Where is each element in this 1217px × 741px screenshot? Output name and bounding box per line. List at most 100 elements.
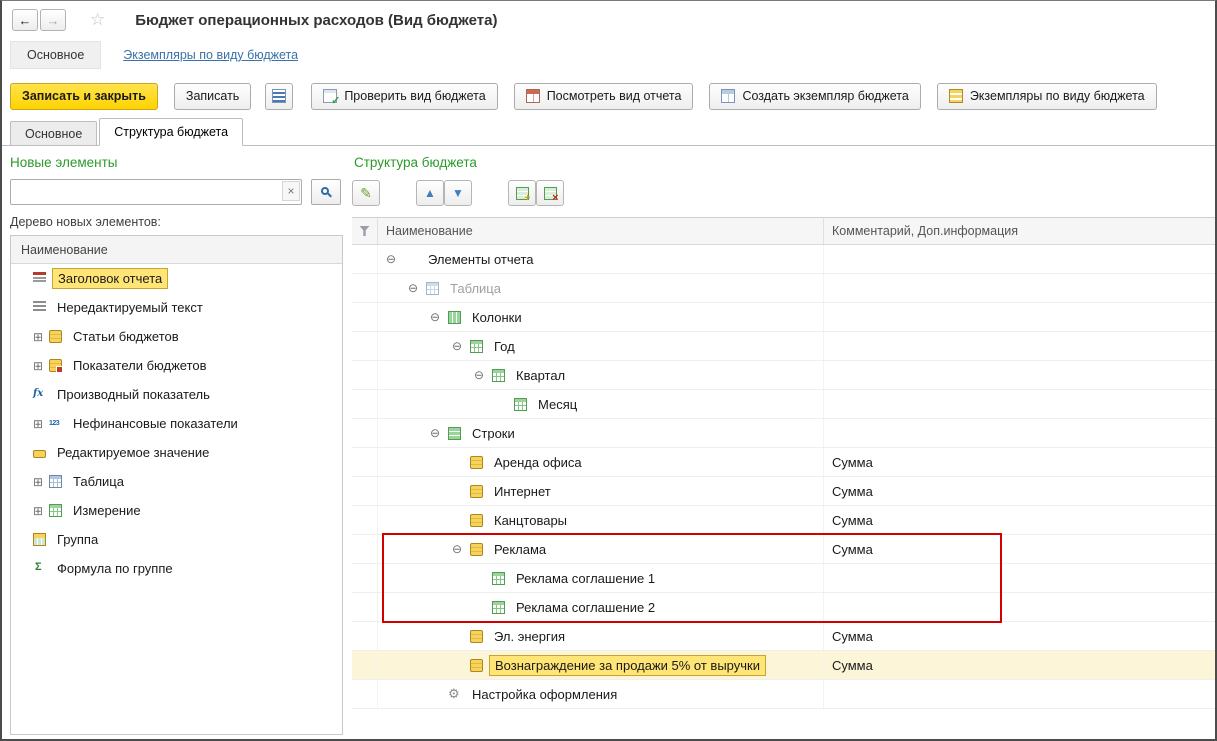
structure-row[interactable]: ⊖ Колонки	[352, 303, 1215, 332]
structure-row[interactable]: Настройка оформления	[352, 680, 1215, 709]
table-delete-icon	[543, 186, 559, 204]
create-budget-instance-button[interactable]: Создать экземпляр бюджета	[709, 82, 921, 110]
columns-icon	[448, 310, 461, 324]
structure-rows: ⊖ Элементы отчета ⊖ Таблица ⊖ Колонки ⊖ …	[352, 245, 1215, 709]
structure-row[interactable]: ⊖ Строки	[352, 419, 1215, 448]
new-element-item[interactable]: ⊞ Измерение	[11, 496, 342, 525]
structure-row[interactable]: ⊖ Год	[352, 332, 1215, 361]
editable-value-icon	[33, 450, 46, 458]
nav-main[interactable]: Основное	[10, 41, 102, 69]
structure-row[interactable]: Вознаграждение за продажи 5% от выручки …	[352, 651, 1215, 680]
budget-items-icon	[470, 658, 483, 672]
structure-row[interactable]: ⊖ Квартал	[352, 361, 1215, 390]
new-element-item[interactable]: Редактируемое значение	[11, 438, 342, 467]
close-icon: ×	[287, 184, 295, 198]
structure-row[interactable]: Реклама соглашение 2	[352, 593, 1215, 622]
collapse-minus-icon[interactable]: ⊖	[386, 252, 404, 266]
structure-row[interactable]: Эл. энергия Сумма	[352, 622, 1215, 651]
collapse-minus-icon[interactable]: ⊖	[452, 339, 470, 353]
structure-row[interactable]: Реклама соглашение 1	[352, 564, 1215, 593]
instances-by-budget-view-button[interactable]: Экземпляры по виду бюджета	[936, 82, 1157, 110]
forward-button[interactable]: →	[40, 9, 66, 31]
table-blue-icon	[426, 281, 439, 295]
tree-caption: Дерево новых элементов:	[10, 215, 161, 229]
budget-items-icon	[470, 513, 483, 527]
budget-items-icon	[470, 542, 483, 556]
table-add-icon	[515, 186, 531, 204]
new-element-item[interactable]: Группа	[11, 525, 342, 554]
new-elements-title: Новые элементы	[10, 155, 118, 170]
budget-items-icon	[49, 330, 62, 343]
nonfinancial-icon	[49, 417, 62, 430]
list-icon-button[interactable]	[265, 82, 294, 110]
collapse-minus-icon[interactable]: ⊖	[430, 426, 448, 440]
arrow-up-icon: ▲	[424, 186, 436, 200]
collapse-minus-icon[interactable]: ⊖	[452, 542, 470, 556]
search-row: ×	[10, 179, 343, 205]
back-button[interactable]: ←	[12, 9, 38, 31]
move-down-button[interactable]: ▼	[444, 180, 472, 206]
new-elements-tree: Наименование Заголовок отчета Нередактир…	[10, 235, 343, 735]
nav-instances-link[interactable]: Экземпляры по виду бюджета	[123, 48, 298, 62]
tab-1[interactable]: Структура бюджета	[99, 118, 244, 146]
structure-row[interactable]: ⊖ Реклама Сумма	[352, 535, 1215, 564]
structure-row[interactable]: Месяц	[352, 390, 1215, 419]
structure-row[interactable]: Аренда офиса Сумма	[352, 448, 1215, 477]
delete-item-button[interactable]	[536, 180, 564, 206]
dimension-icon	[492, 600, 505, 614]
page-tabs: Основное Структура бюджета	[2, 115, 1215, 146]
view-report-button[interactable]: Посмотреть вид отчета	[513, 82, 694, 110]
expand-plus-icon[interactable]: ⊞	[33, 359, 49, 373]
structure-row[interactable]: Канцтовары Сумма	[352, 506, 1215, 535]
table-document-icon	[721, 89, 736, 103]
dimension-icon	[49, 504, 62, 517]
filter-icon	[359, 226, 370, 236]
structure-row[interactable]: Интернет Сумма	[352, 477, 1215, 506]
list-icon	[272, 89, 287, 103]
budget-items-icon	[470, 455, 483, 469]
new-element-item[interactable]: ⊞ Нефинансовые показатели	[11, 409, 342, 438]
check-budget-view-button[interactable]: Проверить вид бюджета	[311, 82, 498, 110]
static-text-icon	[33, 301, 46, 314]
expand-plus-icon[interactable]: ⊞	[33, 330, 49, 344]
table-blue-icon	[49, 475, 62, 488]
left-column-header: Наименование	[11, 236, 342, 264]
new-element-item[interactable]: ⊞ Показатели бюджетов	[11, 351, 342, 380]
move-up-button[interactable]: ▲	[416, 180, 444, 206]
dimension-icon	[514, 397, 527, 411]
gear-icon	[448, 687, 461, 701]
budget-indicators-icon	[49, 359, 63, 373]
new-element-item[interactable]: Производный показатель	[11, 380, 342, 409]
new-element-item[interactable]: Заголовок отчета	[11, 264, 342, 293]
expand-plus-icon[interactable]: ⊞	[33, 475, 49, 489]
budget-structure-title: Структура бюджета	[354, 155, 477, 170]
new-element-item[interactable]: ⊞ Таблица	[11, 467, 342, 496]
save-and-close-button[interactable]: Записать и закрыть	[10, 82, 158, 110]
structure-row[interactable]: ⊖ Элементы отчета	[352, 245, 1215, 274]
tab-0[interactable]: Основное	[10, 121, 98, 145]
expand-plus-icon[interactable]: ⊞	[33, 504, 49, 518]
expand-plus-icon[interactable]: ⊞	[33, 417, 49, 431]
new-element-item[interactable]: Формула по группе	[11, 554, 342, 583]
structure-table-header: Наименование Комментарий, Доп.информация	[352, 217, 1215, 245]
report-icon	[525, 89, 540, 103]
collapse-minus-icon[interactable]: ⊖	[430, 310, 448, 324]
app-window: ← → ☆ Бюджет операционных расходов (Вид …	[0, 0, 1217, 741]
new-element-item[interactable]: ⊞ Статьи бюджетов	[11, 322, 342, 351]
favorite-star-icon[interactable]: ☆	[90, 10, 105, 30]
search-input[interactable]	[10, 179, 302, 205]
new-element-item[interactable]: Нередактируемый текст	[11, 293, 342, 322]
save-button[interactable]: Записать	[173, 82, 252, 110]
filter-cell[interactable]	[352, 218, 378, 244]
search-button[interactable]	[311, 179, 341, 205]
collapse-minus-icon[interactable]: ⊖	[474, 368, 492, 382]
structure-row[interactable]: ⊖ Таблица	[352, 274, 1215, 303]
add-item-button[interactable]	[508, 180, 536, 206]
edit-button[interactable]: ✎	[352, 180, 380, 206]
dimension-icon	[492, 571, 505, 585]
clear-search-button[interactable]: ×	[282, 181, 300, 201]
search-icon	[320, 186, 329, 195]
budget-items-icon	[470, 629, 483, 643]
dimension-icon	[492, 368, 505, 382]
collapse-minus-icon[interactable]: ⊖	[408, 281, 426, 295]
